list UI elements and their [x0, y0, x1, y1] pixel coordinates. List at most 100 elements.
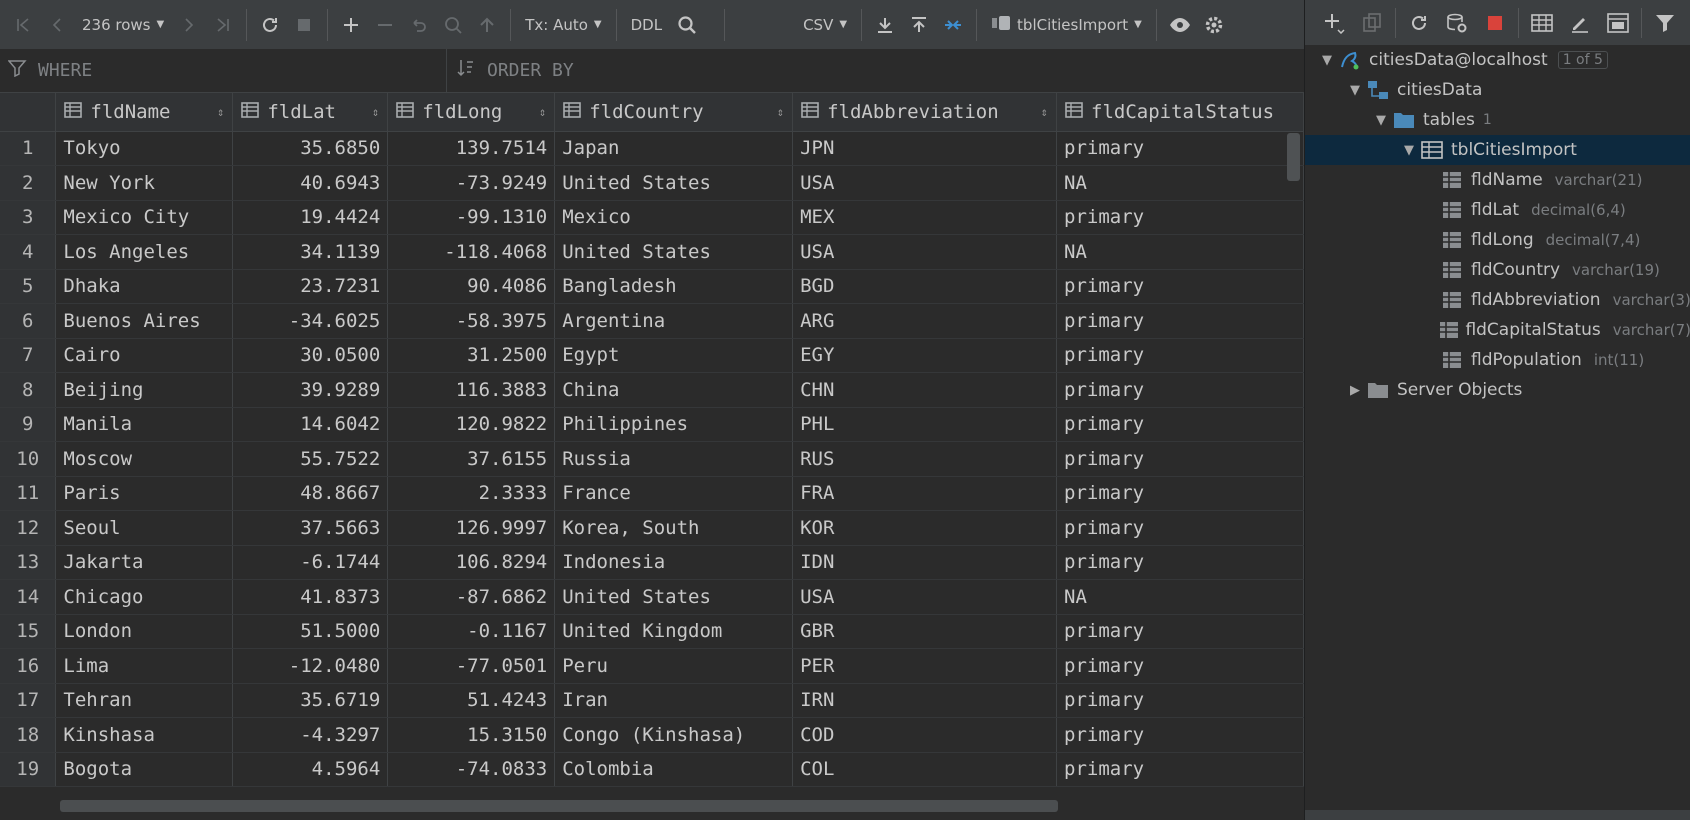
table-row[interactable]: 2 New York 40.6943 -73.9249 United States USA…	[0, 165, 1304, 201]
row-number[interactable]: 19	[0, 752, 57, 787]
row-number[interactable]: 11	[0, 476, 57, 511]
row-number[interactable]: 9	[0, 407, 57, 442]
search-icon[interactable]	[670, 8, 704, 42]
cell-fldAbbreviation[interactable]: IDN	[792, 545, 1057, 580]
cell-fldCountry[interactable]: China	[554, 372, 794, 408]
where-filter-input[interactable]: WHERE	[0, 49, 447, 92]
tree-node-column[interactable]: fldCapitalStatus varchar(7)	[1305, 315, 1690, 345]
cell-fldCapitalStatus[interactable]: primary	[1056, 614, 1304, 649]
cell-fldCountry[interactable]: Egypt	[554, 338, 794, 373]
sort-toggle-icon[interactable]: ⇕	[1041, 105, 1048, 119]
table-row[interactable]: 15 London 51.5000 -0.1167 United Kingdom GBR p…	[0, 614, 1304, 649]
cell-fldLong[interactable]: -73.9249	[387, 165, 556, 201]
cell-fldLat[interactable]: 51.5000	[232, 614, 389, 649]
cell-fldCapitalStatus[interactable]: NA	[1056, 234, 1304, 270]
vertical-scrollbar[interactable]	[1287, 133, 1300, 181]
cell-fldCapitalStatus[interactable]: primary	[1056, 200, 1304, 235]
cell-fldLat[interactable]: 37.5663	[232, 510, 389, 546]
cell-fldCapitalStatus[interactable]: primary	[1056, 752, 1304, 787]
cell-fldAbbreviation[interactable]: PHL	[792, 407, 1057, 442]
row-number[interactable]: 15	[0, 614, 57, 649]
cell-fldCountry[interactable]: United Kingdom	[554, 614, 794, 649]
tree-node-connection[interactable]: ▼ citiesData@localhost 1 of 5	[1305, 45, 1690, 75]
cell-fldLat[interactable]: 48.8667	[232, 476, 389, 511]
cell-fldLong[interactable]: 90.4086	[387, 269, 556, 304]
filter-icon[interactable]	[1646, 6, 1684, 40]
export-format-dropdown[interactable]: CSV ▼	[795, 8, 855, 42]
cell-fldLong[interactable]: 51.4243	[387, 683, 556, 718]
chevron-down-icon[interactable]: ▼	[1317, 53, 1337, 68]
cell-fldLat[interactable]: 41.8373	[232, 579, 389, 615]
chevron-down-icon[interactable]: ▼	[1345, 83, 1365, 98]
cell-fldName[interactable]: Tokyo	[55, 131, 234, 166]
transaction-mode-dropdown[interactable]: Tx: Auto ▼	[517, 8, 609, 42]
cell-fldName[interactable]: Seoul	[55, 510, 234, 546]
row-number[interactable]: 12	[0, 510, 57, 546]
tree-node-column[interactable]: fldAbbreviation varchar(3)	[1305, 285, 1690, 315]
cell-fldAbbreviation[interactable]: ARG	[792, 303, 1057, 339]
cell-fldCapitalStatus[interactable]: primary	[1056, 648, 1304, 684]
cell-fldLong[interactable]: -118.4068	[387, 234, 556, 270]
cell-fldLat[interactable]: 34.1139	[232, 234, 389, 270]
table-row[interactable]: 11 Paris 48.8667 2.3333 France FRA primary	[0, 476, 1304, 511]
cell-fldLat[interactable]: 19.4424	[232, 200, 389, 235]
submit-icon[interactable]	[470, 8, 504, 42]
cell-fldName[interactable]: Tehran	[55, 683, 234, 718]
cell-fldLat[interactable]: 4.5964	[232, 752, 389, 787]
cell-fldLong[interactable]: 126.9997	[387, 510, 556, 546]
column-header-fldName[interactable]: fldName ⇕	[55, 93, 234, 132]
cell-fldCountry[interactable]: Iran	[554, 683, 794, 718]
column-header-fldCountry[interactable]: fldCountry ⇕	[554, 93, 794, 132]
row-number[interactable]: 14	[0, 579, 57, 615]
chevron-down-icon[interactable]: ▼	[1399, 143, 1419, 158]
row-number[interactable]: 5	[0, 269, 57, 304]
cell-fldLong[interactable]: 106.8294	[387, 545, 556, 580]
cell-fldLat[interactable]: 35.6850	[232, 131, 389, 166]
cell-fldCountry[interactable]: United States	[554, 579, 794, 615]
cell-fldName[interactable]: Cairo	[55, 338, 234, 373]
cell-fldAbbreviation[interactable]: GBR	[792, 614, 1057, 649]
cell-fldLat[interactable]: 14.6042	[232, 407, 389, 442]
tree-node-column[interactable]: fldCountry varchar(19)	[1305, 255, 1690, 285]
previous-page-icon[interactable]	[40, 8, 74, 42]
cell-fldAbbreviation[interactable]: BGD	[792, 269, 1057, 304]
download-icon[interactable]	[868, 8, 902, 42]
cell-fldLat[interactable]: 40.6943	[232, 165, 389, 201]
cell-fldAbbreviation[interactable]: CHN	[792, 372, 1057, 408]
cell-fldCapitalStatus[interactable]: primary	[1056, 441, 1304, 477]
cell-fldLat[interactable]: -34.6025	[232, 303, 389, 339]
cell-fldAbbreviation[interactable]: JPN	[792, 131, 1057, 166]
cell-fldCapitalStatus[interactable]: primary	[1056, 338, 1304, 373]
row-number[interactable]: 2	[0, 165, 57, 201]
row-number[interactable]: 3	[0, 200, 57, 235]
column-header-fldCapitalStatus[interactable]: fldCapitalStatus	[1056, 93, 1304, 132]
table-row[interactable]: 6 Buenos Aires -34.6025 -58.3975 Argentina AR…	[0, 303, 1304, 339]
row-number[interactable]: 7	[0, 338, 57, 373]
cell-fldLong[interactable]: 139.7514	[387, 131, 556, 166]
table-editor-icon[interactable]	[1523, 6, 1561, 40]
cell-fldCountry[interactable]: Argentina	[554, 303, 794, 339]
table-row[interactable]: 14 Chicago 41.8373 -87.6862 United States USA…	[0, 579, 1304, 615]
column-header-fldAbbreviation[interactable]: fldAbbreviation ⇕	[792, 93, 1057, 132]
cell-fldLong[interactable]: -0.1167	[387, 614, 556, 649]
stop-icon[interactable]	[1476, 6, 1514, 40]
cell-fldAbbreviation[interactable]: PER	[792, 648, 1057, 684]
cell-fldCountry[interactable]: Russia	[554, 441, 794, 477]
cell-fldCountry[interactable]: Japan	[554, 131, 794, 166]
cell-fldName[interactable]: Lima	[55, 648, 234, 684]
cell-fldLat[interactable]: 23.7231	[232, 269, 389, 304]
cell-fldName[interactable]: London	[55, 614, 234, 649]
table-selector-dropdown[interactable]: tblCitiesImport ▼	[983, 8, 1150, 42]
table-row[interactable]: 10 Moscow 55.7522 37.6155 Russia RUS primary	[0, 441, 1304, 477]
tree-node-column[interactable]: fldLat decimal(6,4)	[1305, 195, 1690, 225]
cell-fldCountry[interactable]: France	[554, 476, 794, 511]
table-row[interactable]: 18 Kinshasa -4.3297 15.3150 Congo (Kinshasa)…	[0, 717, 1304, 753]
tree-node-schema[interactable]: ▼ citiesData	[1305, 75, 1690, 105]
cell-fldCountry[interactable]: Bangladesh	[554, 269, 794, 304]
cell-fldName[interactable]: Manila	[55, 407, 234, 442]
cell-fldCapitalStatus[interactable]: primary	[1056, 269, 1304, 304]
cell-fldAbbreviation[interactable]: USA	[792, 579, 1057, 615]
row-number[interactable]: 18	[0, 717, 57, 753]
order-by-input[interactable]: ORDER BY	[447, 49, 1304, 92]
cell-fldCapitalStatus[interactable]: primary	[1056, 510, 1304, 546]
